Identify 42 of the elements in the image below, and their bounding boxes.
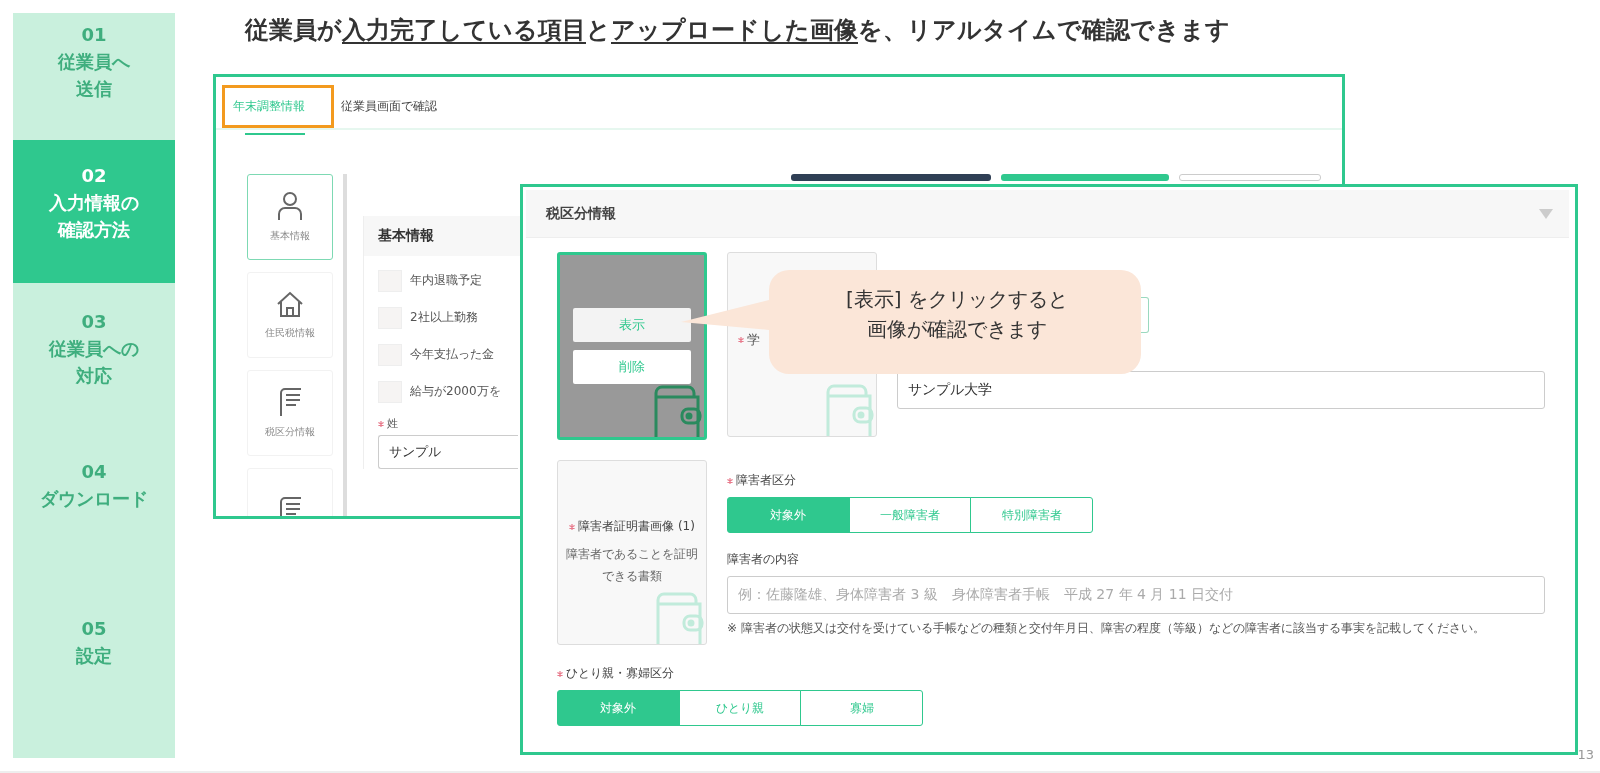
toolbar-button[interactable] (1001, 174, 1169, 181)
segment-option[interactable]: 一般障害者 (848, 497, 972, 533)
segment-option[interactable]: 寡婦 (800, 690, 923, 726)
document-icon (278, 387, 302, 417)
field-label: 姓 (378, 416, 398, 431)
card-label: 学 (738, 331, 760, 349)
segment-option[interactable]: ひとり親 (678, 690, 802, 726)
tab[interactable]: 従業員画面で確認 (334, 85, 444, 128)
field-label: 障害者区分 (727, 472, 796, 489)
headline: 従業員が入力完了している項目 と アップロードした画像を、リアルタイムで確認できます (243, 15, 1231, 45)
page-number: 13 (1577, 747, 1594, 762)
field-label: ひとり親・寡婦区分 (557, 665, 1545, 682)
toolbar-button[interactable] (791, 174, 991, 181)
segment-option[interactable]: 対象外 (727, 497, 850, 533)
card-label: 障害者証明書画像 (1) (569, 518, 695, 535)
callout-text: [表示] をクリックすると 画像が確認できます (845, 286, 1069, 343)
section-title: 税区分情報 (546, 204, 616, 223)
field-label: 障害者の内容 (727, 551, 799, 568)
collapse-icon[interactable] (1539, 208, 1553, 219)
nav-card[interactable]: 税区分情報 (247, 370, 333, 456)
card-button[interactable]: 表示 (573, 308, 691, 342)
segment-option[interactable]: 対象外 (557, 690, 680, 726)
card-description: 障害者であることを証明できる書類 (565, 546, 699, 585)
tab-underline (245, 133, 305, 135)
house-icon (276, 290, 304, 318)
checkbox-label: 2社以上勤務 (410, 309, 478, 326)
wallet-icon (654, 592, 704, 644)
card-button[interactable]: 削除 (573, 350, 691, 384)
step-item[interactable]: 02 入力情報の 確認方法 (13, 140, 175, 283)
nav-card[interactable]: 基本情報 (247, 174, 333, 260)
note-text: ※ 障害者の状態又は交付を受けている手帳などの種類と交付年月日、障害の程度（等級）などの障害者に該当する事実を記載してください。 (727, 620, 1486, 637)
input-field[interactable]: 例：佐藤隆雄、身体障害者 3 級 身体障害者手帳 平成 27 年 4 月 11 日交付 (727, 576, 1545, 614)
segment-option[interactable]: 特別障害者 (970, 497, 1093, 533)
toolbar-button[interactable] (1179, 174, 1321, 181)
checkbox-label: 給与が2000万を (410, 383, 501, 400)
checkbox-label: 年内退職予定 (410, 272, 482, 289)
wallet-icon (824, 384, 874, 436)
wallet-icon (652, 385, 702, 437)
nav-card[interactable]: 住民税情報 (247, 272, 333, 358)
person-icon (277, 191, 303, 221)
input-field[interactable]: サンプル (378, 435, 518, 469)
checkbox-label: 今年支払った金 (410, 346, 494, 363)
